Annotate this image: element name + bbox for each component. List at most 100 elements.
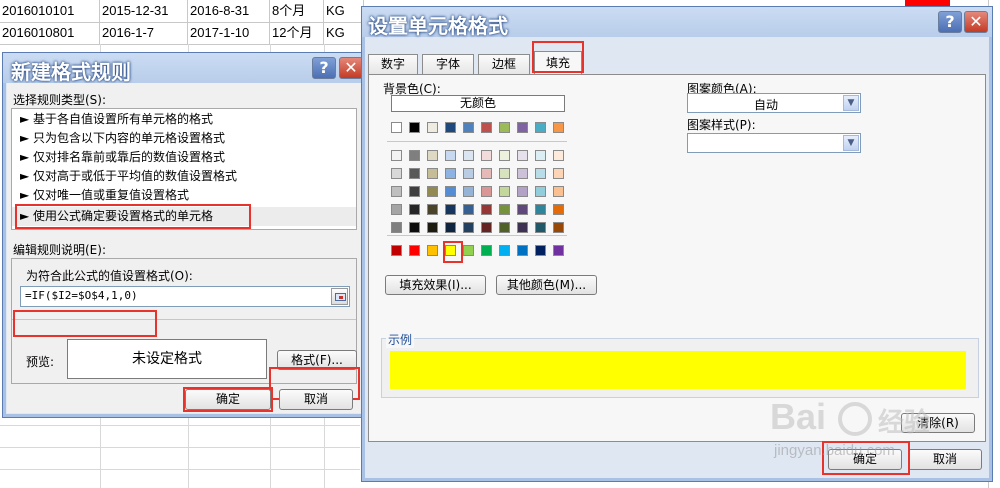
sheet-cell[interactable]: KG	[324, 0, 364, 22]
no-color-button[interactable]: 无颜色	[391, 95, 565, 112]
color-swatch[interactable]	[409, 186, 420, 197]
color-swatch[interactable]	[499, 150, 510, 161]
color-swatch[interactable]	[481, 222, 492, 233]
color-swatch[interactable]	[481, 168, 492, 179]
color-swatch[interactable]	[481, 245, 492, 256]
sheet-cell[interactable]: 12个月	[270, 22, 324, 44]
color-swatch[interactable]	[427, 245, 438, 256]
color-swatch[interactable]	[481, 204, 492, 215]
color-swatch[interactable]	[553, 245, 564, 256]
color-swatch[interactable]	[409, 222, 420, 233]
sheet-cell[interactable]: 2016-1-7	[100, 22, 188, 44]
color-swatch[interactable]	[535, 168, 546, 179]
color-swatch[interactable]	[535, 150, 546, 161]
tab-fill[interactable]: 填充	[534, 51, 582, 75]
rule-type-item[interactable]: ► 基于各自值设置所有单元格的格式	[20, 110, 213, 129]
color-swatch[interactable]	[463, 186, 474, 197]
format-button[interactable]: 格式(F)...	[277, 350, 357, 370]
ok-button[interactable]: 确定	[185, 389, 271, 410]
color-swatch[interactable]	[409, 168, 420, 179]
color-swatch[interactable]	[499, 122, 510, 133]
color-swatch[interactable]	[517, 168, 528, 179]
color-swatch[interactable]	[481, 150, 492, 161]
color-swatch[interactable]	[427, 186, 438, 197]
color-swatch[interactable]	[409, 245, 420, 256]
color-swatch[interactable]	[391, 186, 402, 197]
color-swatch[interactable]	[517, 204, 528, 215]
pattern-style-dropdown[interactable]: ▼	[687, 133, 861, 153]
sheet-cell[interactable]: 2015-12-31	[100, 0, 188, 22]
color-swatch[interactable]	[391, 122, 402, 133]
color-swatch[interactable]	[535, 186, 546, 197]
rule-type-item-selected[interactable]: ► 使用公式确定要设置格式的单元格	[12, 207, 356, 226]
cancel-button[interactable]: 取消	[279, 389, 353, 410]
color-swatch[interactable]	[535, 222, 546, 233]
range-selector-icon[interactable]	[331, 288, 348, 305]
color-swatch[interactable]	[517, 245, 528, 256]
help-icon[interactable]: ?	[938, 11, 962, 33]
color-swatch[interactable]	[463, 204, 474, 215]
formula-input[interactable]: =IF($I2=$O$4,1,0)	[20, 286, 350, 307]
color-swatch[interactable]	[499, 186, 510, 197]
color-swatch[interactable]	[445, 150, 456, 161]
cancel-button[interactable]: 取消	[908, 449, 982, 470]
color-swatch[interactable]	[463, 168, 474, 179]
color-swatch[interactable]	[553, 150, 564, 161]
sheet-cell[interactable]: 2016-8-31	[188, 0, 270, 22]
rule-type-list[interactable]: ► 基于各自值设置所有单元格的格式 ► 只为包含以下内容的单元格设置格式 ► 仅…	[11, 108, 357, 230]
rule-type-item[interactable]: ► 只为包含以下内容的单元格设置格式	[20, 129, 225, 148]
color-swatch[interactable]	[463, 150, 474, 161]
color-swatch[interactable]	[445, 122, 456, 133]
color-swatch[interactable]	[553, 222, 564, 233]
color-swatch[interactable]	[517, 222, 528, 233]
color-swatch[interactable]	[481, 186, 492, 197]
color-swatch[interactable]	[445, 222, 456, 233]
sheet-cell[interactable]: 2017-1-10	[188, 22, 270, 44]
color-swatch[interactable]	[409, 204, 420, 215]
color-swatch[interactable]	[517, 186, 528, 197]
ok-button[interactable]: 确定	[828, 449, 902, 470]
rule-type-item[interactable]: ► 仅对高于或低于平均值的数值设置格式	[20, 167, 237, 186]
sheet-cell[interactable]: 2016010101	[0, 0, 100, 22]
rule-type-item[interactable]: ► 仅对唯一值或重复值设置格式	[20, 186, 189, 205]
color-swatch[interactable]	[553, 186, 564, 197]
color-swatch[interactable]	[427, 222, 438, 233]
color-swatch[interactable]	[535, 245, 546, 256]
color-swatch[interactable]	[517, 150, 528, 161]
color-swatch[interactable]	[427, 150, 438, 161]
color-swatch[interactable]	[535, 204, 546, 215]
fill-effects-button[interactable]: 填充效果(I)...	[385, 275, 486, 295]
color-swatch[interactable]	[427, 204, 438, 215]
color-swatch[interactable]	[391, 204, 402, 215]
color-swatch[interactable]	[391, 150, 402, 161]
color-swatch[interactable]	[535, 122, 546, 133]
color-swatch[interactable]	[499, 245, 510, 256]
color-swatch[interactable]	[553, 122, 564, 133]
color-swatch[interactable]	[481, 122, 492, 133]
color-swatch[interactable]	[445, 245, 456, 256]
color-swatch[interactable]	[553, 168, 564, 179]
color-swatch[interactable]	[445, 186, 456, 197]
color-swatch[interactable]	[409, 122, 420, 133]
pattern-color-dropdown[interactable]: 自动 ▼	[687, 93, 861, 113]
color-swatch[interactable]	[463, 122, 474, 133]
color-swatch[interactable]	[517, 122, 528, 133]
color-swatch[interactable]	[499, 204, 510, 215]
color-swatch[interactable]	[553, 204, 564, 215]
sheet-cell[interactable]: 2016010801	[0, 22, 100, 44]
color-swatch[interactable]	[427, 168, 438, 179]
close-icon[interactable]: ✕	[339, 57, 363, 79]
tab-border[interactable]: 边框	[478, 54, 530, 74]
color-swatch[interactable]	[463, 222, 474, 233]
rule-type-item[interactable]: ► 仅对排名靠前或靠后的数值设置格式	[20, 148, 225, 167]
clear-button[interactable]: 清除(R)	[901, 413, 975, 433]
sheet-cell[interactable]: KG	[324, 22, 364, 44]
close-icon[interactable]: ✕	[964, 11, 988, 33]
color-swatch[interactable]	[445, 204, 456, 215]
color-swatch[interactable]	[391, 222, 402, 233]
tab-font[interactable]: 字体	[422, 54, 474, 74]
help-icon[interactable]: ?	[312, 57, 336, 79]
sheet-cell[interactable]: 8个月	[270, 0, 324, 22]
color-swatch[interactable]	[391, 245, 402, 256]
color-swatch[interactable]	[409, 150, 420, 161]
